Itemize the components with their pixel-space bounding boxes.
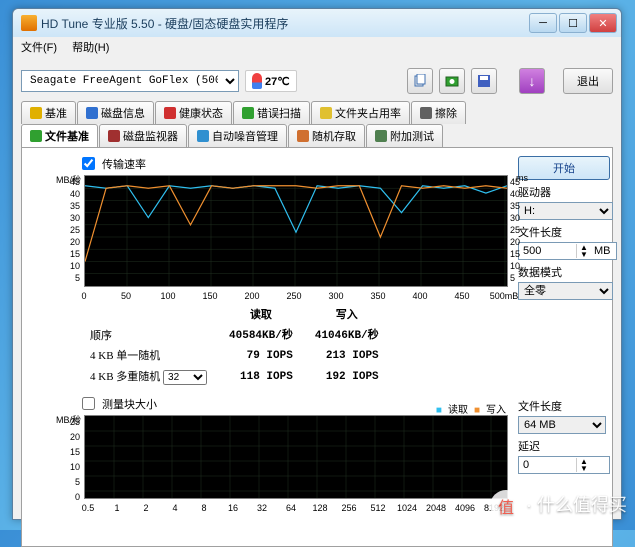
temp-value: 27℃ (265, 75, 290, 88)
tab-磁盘信息[interactable]: 磁盘信息 (77, 101, 154, 124)
tab-健康状态[interactable]: 健康状态 (155, 101, 232, 124)
drive-letter-select[interactable]: H: (518, 202, 613, 220)
tab-文件基准[interactable]: 文件基准 (21, 124, 98, 147)
transfer-rate-chart (84, 175, 508, 287)
results-table: 读取写入 顺序40584KB/秒41046KB/秒4 KB 单一随机79 IOP… (78, 304, 391, 388)
start-button[interactable]: 开始 (518, 156, 610, 180)
multi-queue-select[interactable]: 32 (163, 370, 207, 385)
menu-file[interactable]: 文件(F) (21, 42, 57, 54)
watermark: 值· 什么值得买 (490, 490, 627, 522)
delay-spinner[interactable]: ▲▼ (518, 456, 610, 474)
content-panel: 传输速率 MB/秒 ms 454035302520151054540353025… (21, 147, 613, 547)
window-title: HD Tune 专业版 5.50 - 硬盘/固态硬盘实用程序 (41, 15, 529, 32)
tabs-row-2: 文件基准磁盘监视器自动噪音管理随机存取附加测试 (13, 124, 621, 147)
data-mode-label: 数据模式 (518, 264, 613, 280)
menubar: 文件(F) 帮助(H) (13, 37, 621, 61)
file-length-select-2[interactable]: 64 MB (518, 416, 606, 434)
exit-button[interactable]: 退出 (563, 68, 613, 94)
file-length-label: 文件长度 (518, 224, 613, 240)
app-icon (21, 15, 37, 31)
chart-legend: ■读取■写入 (430, 401, 506, 416)
drive-label: 驱动器 (518, 184, 613, 200)
down-button[interactable]: ↓ (519, 68, 545, 94)
toolbar: Seagate FreeAgent GoFlex (500 gB) 27℃ ↓ … (13, 61, 621, 101)
titlebar[interactable]: HD Tune 专业版 5.50 - 硬盘/固态硬盘实用程序 ─ ☐ ✕ (13, 9, 621, 37)
temperature-display: 27℃ (245, 70, 297, 92)
tab-基准[interactable]: 基准 (21, 101, 76, 124)
tab-错误扫描[interactable]: 错误扫描 (233, 101, 310, 124)
tabs-row-1: 基准磁盘信息健康状态错误扫描文件夹占用率擦除 (13, 101, 621, 124)
tab-磁盘监视器[interactable]: 磁盘监视器 (99, 124, 187, 147)
close-button[interactable]: ✕ (589, 13, 617, 33)
block-size-chart (84, 415, 508, 499)
screenshot-button[interactable] (439, 68, 465, 94)
thermometer-icon (252, 73, 262, 89)
file-length-spinner[interactable]: ▲▼MB (518, 242, 617, 260)
delay-label: 延迟 (518, 438, 606, 454)
maximize-button[interactable]: ☐ (559, 13, 587, 33)
menu-help[interactable]: 帮助(H) (72, 42, 109, 54)
tab-附加测试[interactable]: 附加测试 (366, 124, 443, 147)
minimize-button[interactable]: ─ (529, 13, 557, 33)
save-button[interactable] (471, 68, 497, 94)
tab-擦除[interactable]: 擦除 (411, 101, 466, 124)
copy-button[interactable] (407, 68, 433, 94)
transfer-rate-checkbox[interactable]: 传输速率 (78, 154, 508, 173)
tab-文件夹占用率[interactable]: 文件夹占用率 (311, 101, 410, 124)
tab-随机存取[interactable]: 随机存取 (288, 124, 365, 147)
drive-select[interactable]: Seagate FreeAgent GoFlex (500 gB) (21, 70, 239, 92)
data-mode-select[interactable]: 全零 (518, 282, 613, 300)
tab-自动噪音管理[interactable]: 自动噪音管理 (188, 124, 287, 147)
file-length-label-2: 文件长度 (518, 398, 606, 414)
